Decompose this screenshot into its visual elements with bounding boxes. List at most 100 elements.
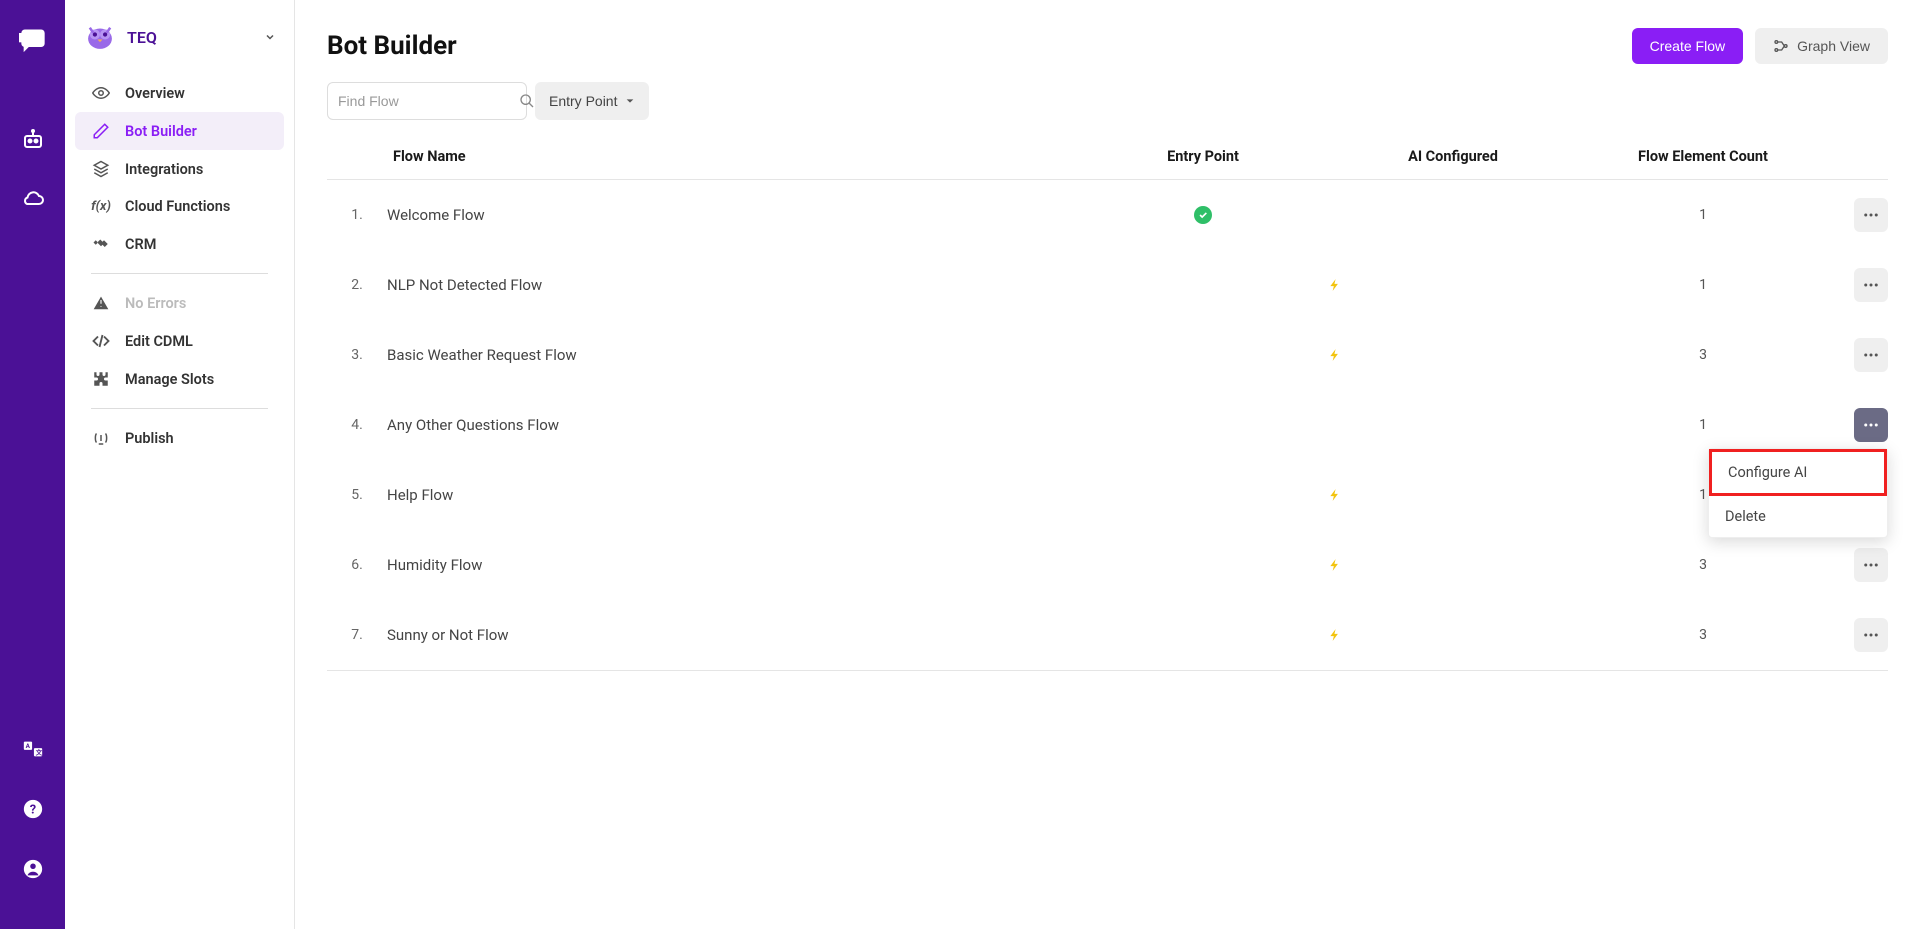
row-more-button[interactable] [1854, 548, 1888, 582]
sidebar-item-label: Publish [125, 430, 174, 447]
row-actions-dropdown: Configure AI Delete [1708, 448, 1888, 538]
sidebar-item-label: Edit CDML [125, 333, 193, 350]
row-element-count: 1 [1578, 417, 1828, 433]
row-element-count: 1 [1578, 277, 1828, 293]
table-row[interactable]: 5.Help Flow1 [327, 460, 1888, 530]
table-row[interactable]: 1.Welcome Flow1 [327, 180, 1888, 250]
sidebar-item-label: Overview [125, 85, 185, 102]
row-index: 1. [327, 207, 387, 223]
sidebar-item-manage-slots[interactable]: Manage Slots [75, 360, 284, 398]
graph-view-button[interactable]: Graph View [1755, 28, 1888, 64]
bolt-icon [1328, 556, 1578, 574]
cloud-icon[interactable] [13, 180, 53, 220]
bolt-icon [1328, 276, 1578, 294]
org-name: TEQ [127, 28, 254, 47]
table-header: Flow Name Entry Point AI Configured Flow… [327, 134, 1888, 180]
row-flow-name: Basic Weather Request Flow [387, 346, 1078, 364]
search-input[interactable] [338, 93, 519, 109]
th-element-count: Flow Element Count [1578, 148, 1828, 165]
handshake-icon [91, 235, 111, 253]
create-flow-button[interactable]: Create Flow [1632, 28, 1743, 64]
row-flow-name: Sunny or Not Flow [387, 626, 1078, 644]
account-icon[interactable] [13, 849, 53, 889]
divider [91, 273, 268, 274]
eye-icon [91, 84, 111, 102]
row-ai-configured [1328, 346, 1578, 364]
broadcast-icon [91, 429, 111, 447]
row-ai-configured [1328, 556, 1578, 574]
row-flow-name: Welcome Flow [387, 206, 1078, 224]
th-ai-configured: AI Configured [1328, 148, 1578, 165]
caret-down-icon [625, 96, 635, 106]
svg-text:A: A [25, 742, 30, 750]
flows-table: Flow Name Entry Point AI Configured Flow… [327, 134, 1888, 671]
row-more-button[interactable] [1854, 618, 1888, 652]
th-flow-name: Flow Name [387, 148, 1078, 165]
sidebar-item-bot-builder[interactable]: Bot Builder [75, 112, 284, 150]
sidebar-item-label: No Errors [125, 295, 186, 312]
sidebar-item-crm[interactable]: CRM [75, 225, 284, 263]
dropdown-configure-ai[interactable]: Configure AI [1709, 449, 1887, 496]
sidebar-item-publish[interactable]: Publish [75, 419, 284, 457]
table-row[interactable]: 2.NLP Not Detected Flow 1 [327, 250, 1888, 320]
svg-text:文: 文 [35, 748, 42, 757]
app-rail: A 文 ? [0, 0, 65, 929]
sidebar-item-cloud-functions[interactable]: f(x) Cloud Functions [75, 188, 284, 225]
main-content: Bot Builder Create Flow Graph View Entry… [295, 0, 1920, 929]
table-row[interactable]: 7.Sunny or Not Flow3 [327, 600, 1888, 670]
row-index: 6. [327, 557, 387, 573]
sidebar-item-label: Manage Slots [125, 371, 214, 388]
row-ai-configured [1328, 626, 1578, 644]
search-box[interactable] [327, 82, 527, 120]
table-row[interactable]: 3.Basic Weather Request Flow 3 [327, 320, 1888, 390]
sidebar-item-label: CRM [125, 236, 156, 253]
sidebar: TEQ Overview Bot Builder Integrations [65, 0, 295, 929]
translate-icon[interactable]: A 文 [13, 729, 53, 769]
sidebar-item-edit-cdml[interactable]: Edit CDML [75, 322, 284, 360]
row-more-button[interactable] [1854, 408, 1888, 442]
function-icon: f(x) [91, 199, 111, 214]
row-element-count: 3 [1578, 557, 1828, 573]
search-icon [519, 93, 535, 109]
sidebar-item-integrations[interactable]: Integrations [75, 150, 284, 188]
row-index: 3. [327, 347, 387, 363]
toolbar: Entry Point [327, 82, 1888, 120]
row-more-button[interactable] [1854, 338, 1888, 372]
svg-text:?: ? [29, 803, 35, 818]
filter-entry-point-button[interactable]: Entry Point [535, 82, 649, 120]
bolt-icon [1328, 486, 1578, 504]
row-element-count: 3 [1578, 347, 1828, 363]
chat-icon[interactable] [13, 20, 53, 60]
graph-icon [1773, 38, 1789, 54]
row-ai-configured [1328, 276, 1578, 294]
th-entry-point: Entry Point [1078, 148, 1328, 165]
table-row[interactable]: 6.Humidity Flow 3 [327, 530, 1888, 600]
row-flow-name: NLP Not Detected Flow [387, 276, 1078, 294]
row-more-button[interactable] [1854, 198, 1888, 232]
row-index: 7. [327, 627, 387, 643]
org-selector[interactable]: TEQ [75, 10, 284, 74]
bot-icon[interactable] [13, 120, 53, 160]
filter-label: Entry Point [549, 93, 617, 109]
dropdown-delete[interactable]: Delete [1709, 496, 1887, 537]
sidebar-item-label: Bot Builder [125, 123, 197, 140]
sidebar-item-label: Cloud Functions [125, 198, 230, 215]
graph-view-label: Graph View [1797, 38, 1870, 54]
bolt-icon [1328, 626, 1578, 644]
layers-icon [91, 160, 111, 178]
page-title: Bot Builder [327, 31, 1632, 61]
table-row[interactable]: 4.Any Other Questions Flow1 [327, 390, 1888, 460]
row-index: 2. [327, 277, 387, 293]
sidebar-item-overview[interactable]: Overview [75, 74, 284, 112]
sidebar-item-status[interactable]: No Errors [75, 284, 284, 322]
org-avatar-icon [83, 20, 117, 54]
row-ai-configured [1328, 486, 1578, 504]
row-flow-name: Any Other Questions Flow [387, 416, 1078, 434]
page-header: Bot Builder Create Flow Graph View [327, 28, 1888, 64]
row-flow-name: Help Flow [387, 486, 1078, 504]
sidebar-item-label: Integrations [125, 161, 203, 178]
row-flow-name: Humidity Flow [387, 556, 1078, 574]
row-index: 5. [327, 487, 387, 503]
row-more-button[interactable] [1854, 268, 1888, 302]
help-icon[interactable]: ? [13, 789, 53, 829]
